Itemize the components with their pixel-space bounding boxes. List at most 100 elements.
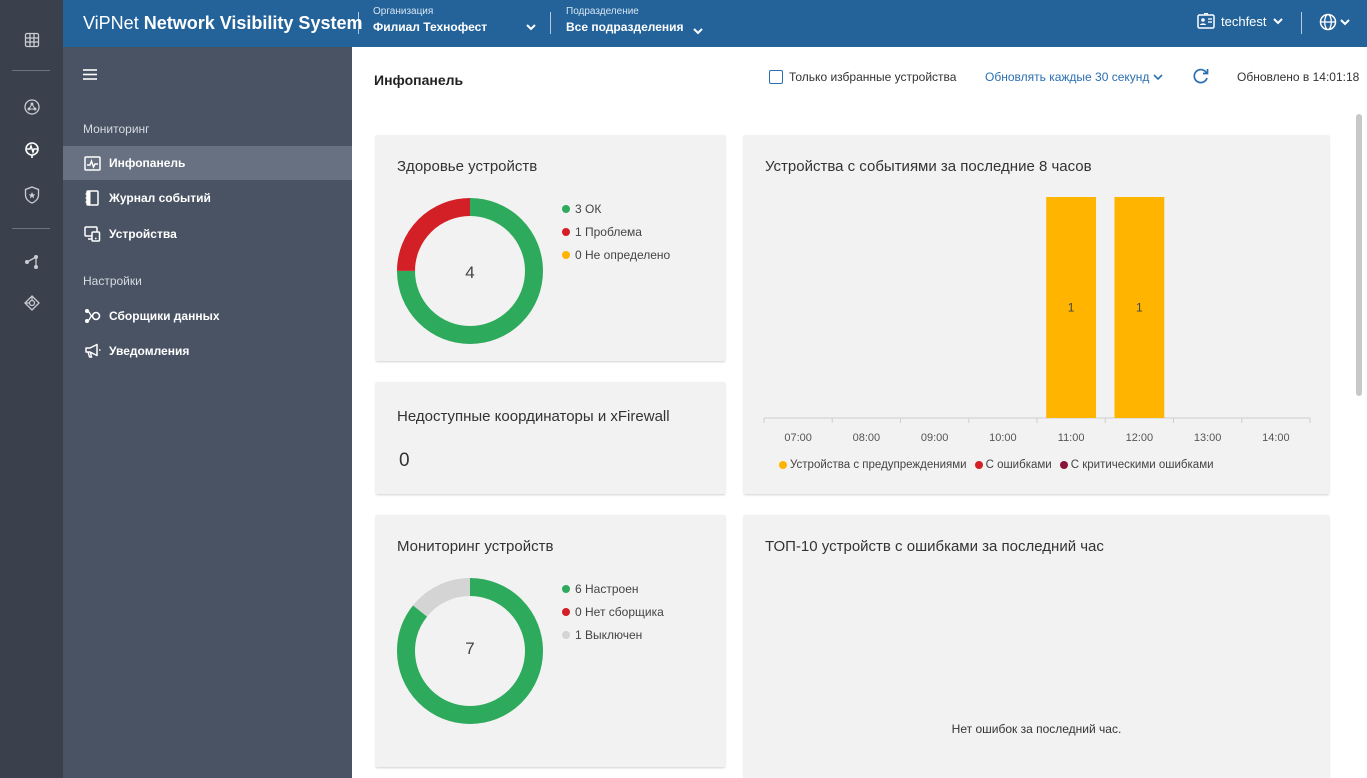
division-caption: Подразделение: [566, 6, 639, 17]
sidebar-item-dashboard[interactable]: Инфопанель: [63, 146, 352, 180]
journal-icon: [83, 189, 101, 207]
favorites-filter[interactable]: Только избранные устройства: [769, 70, 956, 84]
top10-errors-card: ТОП-10 устройств с ошибками за последний…: [744, 515, 1329, 778]
language-menu[interactable]: [1319, 13, 1350, 31]
grid-apps-icon[interactable]: [0, 25, 63, 55]
critical-dot-icon: [1059, 461, 1068, 469]
refresh-interval-select[interactable]: Обновлять каждые 30 секунд: [985, 70, 1163, 84]
division-value: Все подразделения: [566, 20, 684, 34]
card-title: Здоровье устройств: [397, 158, 538, 175]
dashboard-icon: [83, 154, 101, 172]
problem-dot-icon: [562, 227, 570, 236]
monitoring-rail-icon[interactable]: [0, 135, 63, 165]
section-title-monitoring: Мониторинг: [83, 122, 150, 136]
ok-dot-icon: [562, 204, 570, 213]
refresh-icon[interactable]: [1192, 67, 1210, 85]
app-brand[interactable]: ViPNet Network Visibility System: [83, 13, 362, 34]
network-map-icon[interactable]: [0, 92, 63, 122]
bar-value-label: 1: [1068, 301, 1075, 315]
sidebar-item-label: Устройства: [109, 227, 177, 241]
configured-dot-icon: [562, 584, 570, 593]
x-tick-label: 07:00: [784, 432, 812, 444]
health-legend: 3 ОК 1 Проблема 0 Не определено: [562, 197, 670, 266]
events-bar-chart: 07:00 08:00 09:00 10:00 11:00 1 12:00 1 13:00 14:…: [763, 197, 1311, 444]
unavailable-count: 0: [399, 450, 410, 471]
organization-selector[interactable]: Организация Филиал Технофест: [373, 6, 487, 36]
icon-rail: [0, 0, 63, 778]
favorites-checkbox[interactable]: [769, 70, 783, 84]
x-tick-label: 12:00: [1126, 432, 1154, 444]
user-name: techfest: [1221, 13, 1267, 29]
events-legend: Устройства с предупреждениями С ошибками…: [779, 459, 1214, 471]
sidebar-item-label: Инфопанель: [109, 156, 186, 170]
legend-label: 3 ОК: [575, 201, 602, 216]
sidebar-item-label: Журнал событий: [109, 191, 211, 205]
chevron-down-icon: [1153, 73, 1163, 80]
legend-label: 0 Не определено: [575, 247, 671, 262]
x-tick-label: 08:00: [853, 432, 881, 444]
sidebar-item-label: Уведомления: [109, 344, 190, 358]
rail-divider: [12, 70, 50, 71]
legend-label: 1 Выключен: [575, 627, 643, 642]
sidebar-item-collectors[interactable]: Сборщики данных: [63, 299, 352, 333]
legend-label: 0 Нет сборщика: [575, 604, 664, 619]
org-caption: Организация: [373, 6, 434, 17]
section-title-settings: Настройки: [83, 274, 142, 288]
legend-label: С ошибками: [985, 459, 1052, 471]
legend-item: 3 ОК: [562, 197, 670, 220]
user-menu[interactable]: techfest: [1197, 13, 1283, 29]
warning-dot-icon: [779, 461, 787, 469]
sidebar-item-notifications[interactable]: Уведомления: [63, 334, 352, 368]
virtual-network-icon[interactable]: [0, 288, 63, 318]
page-title: Инфопанель: [374, 72, 464, 88]
header-divider: [358, 12, 359, 34]
events-chart-card: Устройства с событиями за последние 8 ча…: [744, 135, 1329, 494]
topology-icon[interactable]: [0, 247, 63, 277]
no-collector-dot-icon: [562, 607, 570, 616]
collectors-icon: [83, 307, 101, 325]
refresh-interval-label: Обновлять каждые 30 секунд: [985, 70, 1150, 84]
x-tick-label: 10:00: [989, 432, 1017, 444]
chevron-down-icon[interactable]: [526, 18, 536, 36]
health-total: 4: [465, 263, 475, 282]
header-divider: [1301, 12, 1302, 34]
org-value: Филиал Технофест: [373, 20, 488, 34]
chevron-down-icon[interactable]: [693, 22, 703, 40]
division-selector[interactable]: Подразделение Все подразделения: [566, 6, 684, 36]
chevron-down-icon: [1272, 17, 1283, 24]
legend-label: 1 Проблема: [575, 224, 642, 239]
header-divider: [550, 12, 551, 34]
legend-item: 1 Проблема: [562, 220, 670, 243]
top-header: ViPNet Network Visibility System Организ…: [63, 0, 1367, 47]
disabled-dot-icon: [562, 630, 570, 639]
shield-icon[interactable]: [0, 180, 63, 210]
megaphone-icon: [83, 342, 101, 360]
devices-icon: [83, 225, 101, 243]
page-scrollbar[interactable]: [1356, 114, 1362, 396]
sidebar-item-label: Сборщики данных: [109, 309, 220, 323]
sidebar-item-devices[interactable]: Устройства: [63, 217, 352, 251]
user-card-icon: [1197, 13, 1215, 29]
legend-item: 0 Не определено: [562, 243, 670, 266]
legend-item: 1 Выключен: [562, 623, 664, 646]
device-monitoring-card: Мониторинг устройств 7 6 Настроен 0 Нет …: [376, 515, 725, 767]
brand-prefix: ViPNet: [83, 13, 139, 33]
unavailable-coordinators-card: Недоступные координаторы и xFirewall 0: [376, 382, 725, 494]
globe-icon: [1319, 13, 1337, 31]
sidebar: Мониторинг Инфопанель Журнал событий Уст…: [63, 47, 352, 778]
hamburger-menu-icon[interactable]: [83, 67, 97, 85]
brand-name: Network Visibility System: [143, 13, 363, 33]
card-title: Недоступные координаторы и xFirewall: [397, 408, 670, 425]
legend-item: 6 Настроен: [562, 577, 664, 600]
last-updated: Обновлено в 14:01:18: [1237, 70, 1360, 84]
x-tick-label: 13:00: [1194, 432, 1222, 444]
x-tick-label: 14:00: [1262, 432, 1290, 444]
legend-label: Устройства с предупреждениями: [790, 459, 967, 471]
legend-label: 6 Настроен: [575, 581, 639, 596]
sidebar-item-event-log[interactable]: Журнал событий: [63, 181, 352, 215]
card-title: ТОП-10 устройств с ошибками за последний…: [765, 538, 1104, 555]
undefined-dot-icon: [562, 250, 570, 259]
x-tick-label: 09:00: [921, 432, 949, 444]
error-dot-icon: [974, 461, 983, 469]
legend-item: 0 Нет сборщика: [562, 600, 664, 623]
